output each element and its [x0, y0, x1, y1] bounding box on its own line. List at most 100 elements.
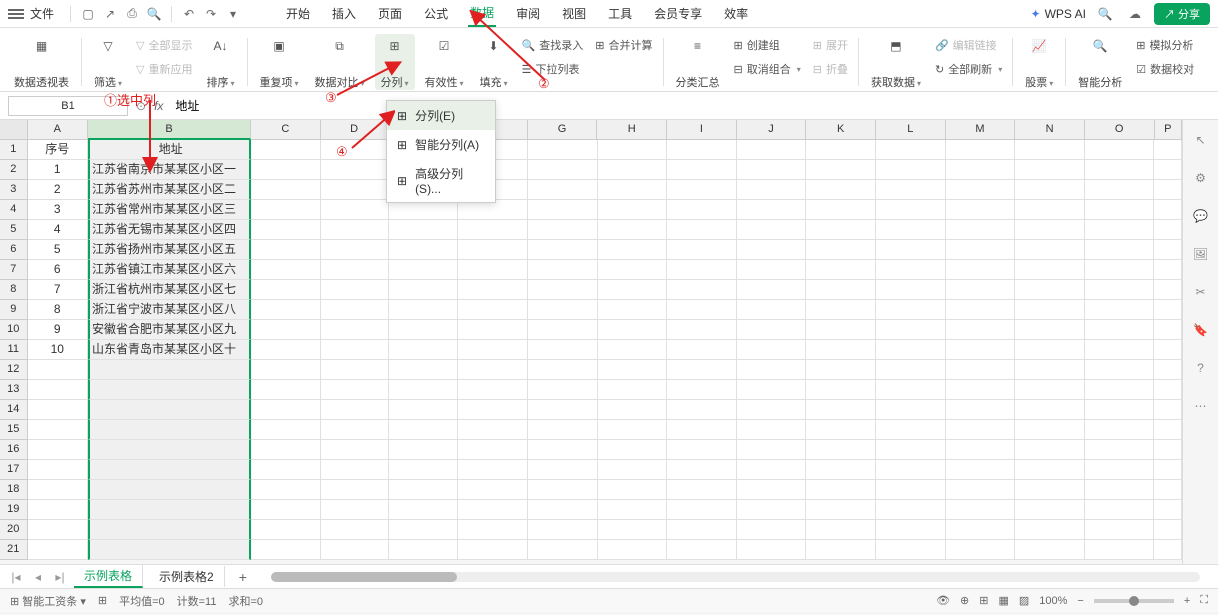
find-input-button[interactable]: 🔍查找录入 [518, 34, 588, 56]
cell-L10[interactable] [876, 320, 946, 340]
cell-J20[interactable] [737, 520, 807, 540]
cell-O20[interactable] [1085, 520, 1155, 540]
cell-E14[interactable] [389, 400, 459, 420]
cell-D4[interactable] [321, 200, 389, 220]
row-header-8[interactable]: 8 [0, 280, 28, 300]
cell-K3[interactable] [806, 180, 876, 200]
cell-N11[interactable] [1015, 340, 1085, 360]
cell-I11[interactable] [667, 340, 737, 360]
cell-H17[interactable] [598, 460, 668, 480]
ungroup-button[interactable]: ⊟取消组合▾ [730, 58, 805, 80]
cell-G10[interactable] [528, 320, 598, 340]
cell-N16[interactable] [1015, 440, 1085, 460]
cell-K17[interactable] [806, 460, 876, 480]
cell-P13[interactable] [1154, 380, 1182, 400]
cell-K18[interactable] [806, 480, 876, 500]
cell-K16[interactable] [806, 440, 876, 460]
analysis-group[interactable]: 🔍 智能分析 [1072, 34, 1128, 90]
cell-A11[interactable]: 10 [28, 340, 88, 360]
cell-K12[interactable] [806, 360, 876, 380]
refresh-all-button[interactable]: ↻全部刷新▾ [931, 58, 1006, 80]
cell-L4[interactable] [876, 200, 946, 220]
cell-F20[interactable] [458, 520, 528, 540]
cell-M5[interactable] [946, 220, 1016, 240]
cell-A5[interactable]: 4 [28, 220, 88, 240]
cell-J14[interactable] [737, 400, 807, 420]
cell-J17[interactable] [737, 460, 807, 480]
cell-B1[interactable]: 地址 [88, 140, 251, 160]
cell-B16[interactable] [88, 440, 251, 460]
col-header-D[interactable]: D [321, 120, 389, 140]
cell-O15[interactable] [1085, 420, 1155, 440]
cell-E7[interactable] [389, 260, 459, 280]
cell-E4[interactable] [389, 200, 459, 220]
cell-F21[interactable] [458, 540, 528, 560]
cell-J18[interactable] [737, 480, 807, 500]
cell-L16[interactable] [876, 440, 946, 460]
cell-C1[interactable] [251, 140, 321, 160]
cell-A7[interactable]: 6 [28, 260, 88, 280]
data-compare-group[interactable]: ⧉ 数据对比▾ [309, 34, 371, 90]
cell-N8[interactable] [1015, 280, 1085, 300]
cell-H16[interactable] [598, 440, 668, 460]
cell-D11[interactable] [321, 340, 389, 360]
cell-K8[interactable] [806, 280, 876, 300]
cell-L20[interactable] [876, 520, 946, 540]
cell-G21[interactable] [528, 540, 598, 560]
focus-icon[interactable]: ⊕ [960, 594, 969, 607]
cell-A16[interactable] [28, 440, 88, 460]
row-header-18[interactable]: 18 [0, 480, 28, 500]
cell-I14[interactable] [667, 400, 737, 420]
cell-I12[interactable] [667, 360, 737, 380]
cell-B13[interactable] [88, 380, 251, 400]
cell-H4[interactable] [598, 200, 668, 220]
cell-O17[interactable] [1085, 460, 1155, 480]
split-group[interactable]: ⊞ 分列▾ [375, 34, 415, 90]
cell-P15[interactable] [1154, 420, 1182, 440]
cell-D6[interactable] [321, 240, 389, 260]
cell-A12[interactable] [28, 360, 88, 380]
cell-G19[interactable] [528, 500, 598, 520]
cell-L18[interactable] [876, 480, 946, 500]
cell-A18[interactable] [28, 480, 88, 500]
cell-N19[interactable] [1015, 500, 1085, 520]
cell-A8[interactable]: 7 [28, 280, 88, 300]
cell-E9[interactable] [389, 300, 459, 320]
cell-H14[interactable] [598, 400, 668, 420]
cell-J6[interactable] [737, 240, 807, 260]
cell-K9[interactable] [806, 300, 876, 320]
cell-C11[interactable] [251, 340, 321, 360]
create-group-button[interactable]: ⊞创建组 [730, 34, 805, 56]
cell-J8[interactable] [737, 280, 807, 300]
cell-E20[interactable] [389, 520, 459, 540]
search-icon[interactable]: 🔍 [1094, 3, 1116, 25]
cell-B4[interactable]: 江苏省常州市某某区小区三 [88, 200, 251, 220]
row-header-16[interactable]: 16 [0, 440, 28, 460]
cell-B20[interactable] [88, 520, 251, 540]
status-tool[interactable]: ⊞ 智能工资条 ▾ [10, 593, 86, 609]
file-menu[interactable]: 文件 [30, 5, 54, 22]
col-header-J[interactable]: J [737, 120, 807, 140]
cell-B11[interactable]: 山东省青岛市某某区小区十 [88, 340, 251, 360]
cell-C21[interactable] [251, 540, 321, 560]
cell-F6[interactable] [458, 240, 528, 260]
cell-H13[interactable] [598, 380, 668, 400]
cell-L11[interactable] [876, 340, 946, 360]
tab-formula[interactable]: 公式 [422, 1, 450, 26]
cell-E8[interactable] [389, 280, 459, 300]
smart-split-item[interactable]: ⊞智能分列(A) [387, 130, 495, 159]
cell-M3[interactable] [946, 180, 1016, 200]
cell-B6[interactable]: 江苏省扬州市某某区小区五 [88, 240, 251, 260]
cell-A2[interactable]: 1 [28, 160, 88, 180]
cell-K15[interactable] [806, 420, 876, 440]
row-header-17[interactable]: 17 [0, 460, 28, 480]
cell-N9[interactable] [1015, 300, 1085, 320]
cell-N2[interactable] [1015, 160, 1085, 180]
cell-F19[interactable] [458, 500, 528, 520]
cell-K21[interactable] [806, 540, 876, 560]
cell-P6[interactable] [1154, 240, 1182, 260]
search-fx-icon[interactable]: ⊙ [136, 99, 146, 113]
cell-G15[interactable] [528, 420, 598, 440]
cell-G7[interactable] [528, 260, 598, 280]
cell-I1[interactable] [667, 140, 737, 160]
